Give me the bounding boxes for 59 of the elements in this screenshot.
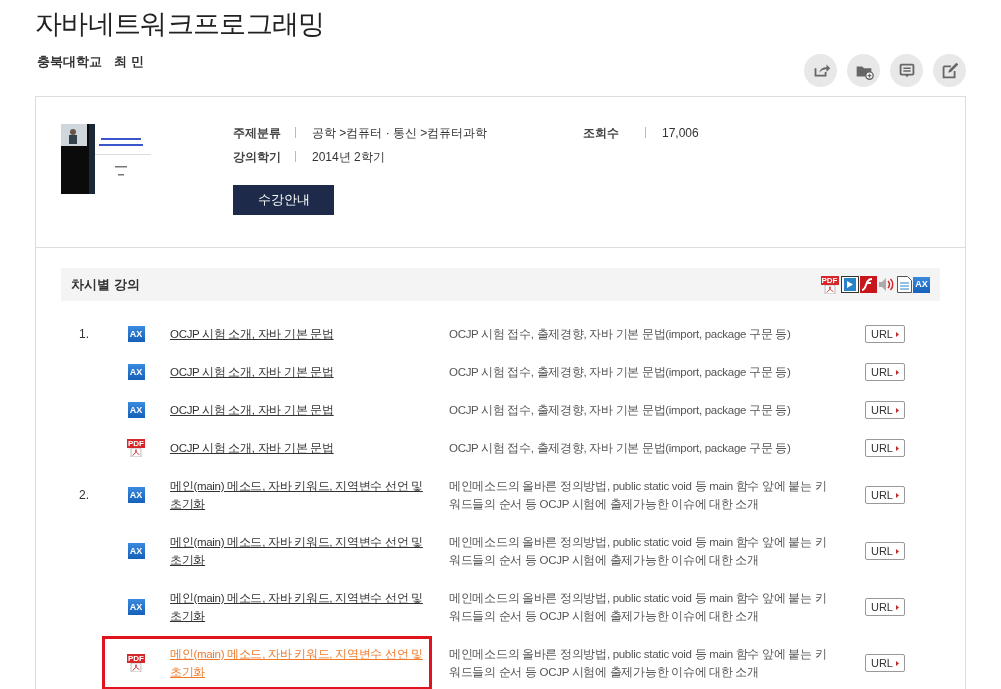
field-label: 주제분류: [233, 125, 282, 142]
lecture-description: 메인메소드의 올바른 정의방법, public static void 등 main 함수 앞에 붙는 키워드들의 순서 등 OCJP 시험에 출제가능한 이슈에 대한 소개: [449, 647, 828, 680]
caret-icon: [896, 407, 899, 413]
url-button[interactable]: URL: [865, 598, 905, 616]
video-icon: [841, 276, 859, 293]
school-name: 충북대학교: [37, 53, 102, 71]
lecture-link[interactable]: 메인(main) 메소드, 자바 키워드, 지역변수 선언 및 초기화: [170, 589, 432, 625]
lecture-link[interactable]: OCJP 시험 소개, 자바 기본 문법: [170, 401, 432, 419]
lecture-description: OCJP 시험 접수, 출제경향, 자바 기본 문법(import, package 구문 등): [449, 441, 792, 456]
lecture-description: 메인메소드의 올바른 정의방법, public static void 등 main 함수 앞에 붙는 키워드들의 순서 등 OCJP 시험에 출제가능한 이슈에 대한 소개: [449, 535, 828, 568]
course-title: 자바네트워크프로그래밍: [35, 8, 325, 40]
lecture-description: 메인메소드의 올바른 정의방법, public static void 등 main 함수 앞에 붙는 키워드들의 순서 등 OCJP 시험에 출제가능한 이슈에 대한 소개: [449, 591, 828, 624]
ax-icon: AX: [127, 402, 145, 418]
lecture-link[interactable]: 메인(main) 메소드, 자바 키워드, 지역변수 선언 및 초기화: [170, 533, 432, 569]
url-button[interactable]: URL: [865, 654, 905, 672]
lecture-link[interactable]: OCJP 시험 소개, 자바 기본 문법: [170, 439, 432, 457]
caret-icon: [896, 331, 899, 337]
url-button[interactable]: URL: [865, 401, 905, 419]
instructor-name: 최 민: [114, 53, 144, 71]
speaker-icon: [878, 276, 896, 293]
ax-icon: AX: [913, 276, 930, 293]
caret-icon: [896, 445, 899, 451]
flash-icon: [860, 276, 877, 293]
field-label: 강의학기: [233, 149, 282, 166]
lecture-link[interactable]: OCJP 시험 소개, 자바 기본 문법: [170, 325, 432, 343]
lecture-description: 메인메소드의 올바른 정의방법, public static void 등 main 함수 앞에 붙는 키워드들의 순서 등 OCJP 시험에 출제가능한 이슈에 대한 소개: [449, 479, 828, 512]
url-button[interactable]: URL: [865, 542, 905, 560]
caret-icon: [896, 548, 899, 554]
share-icon[interactable]: [804, 54, 837, 87]
folder-add-icon[interactable]: [847, 54, 880, 87]
caret-icon: [896, 369, 899, 375]
section-title: 차시별 강의: [71, 275, 140, 294]
url-button[interactable]: URL: [865, 439, 905, 457]
ax-icon: AX: [127, 364, 145, 380]
url-button[interactable]: URL: [865, 486, 905, 504]
row-number: 1.: [79, 327, 89, 341]
edit-icon[interactable]: [933, 54, 966, 87]
caret-icon: [896, 604, 899, 610]
comment-icon[interactable]: [890, 54, 923, 87]
ax-icon: AX: [127, 326, 145, 342]
lecture-link[interactable]: OCJP 시험 소개, 자바 기본 문법: [170, 363, 432, 381]
document-icon: [897, 276, 912, 293]
url-button[interactable]: URL: [865, 363, 905, 381]
enroll-info-button[interactable]: 수강안내: [233, 185, 334, 215]
field-value: 공학 >컴퓨터 · 통신 >컴퓨터과학: [312, 125, 488, 142]
url-button[interactable]: URL: [865, 325, 905, 343]
field-label: 조회수: [583, 125, 620, 142]
caret-icon: [896, 660, 899, 666]
ax-icon: AX: [127, 487, 145, 503]
row-number: 2.: [79, 488, 89, 502]
ax-icon: AX: [127, 543, 145, 559]
lecture-link[interactable]: 메인(main) 메소드, 자바 키워드, 지역변수 선언 및 초기화: [170, 477, 432, 513]
lecture-description: OCJP 시험 접수, 출제경향, 자바 기본 문법(import, package 구문 등): [449, 403, 792, 418]
lecture-description: OCJP 시험 접수, 출제경향, 자바 기본 문법(import, package 구문 등): [449, 327, 792, 342]
caret-icon: [896, 492, 899, 498]
field-value: 2014년 2학기: [312, 149, 385, 166]
ax-icon: AX: [127, 599, 145, 615]
view-count: 17,006: [662, 125, 699, 142]
lecture-description: OCJP 시험 접수, 출제경향, 자바 기본 문법(import, package 구문 등): [449, 365, 792, 380]
